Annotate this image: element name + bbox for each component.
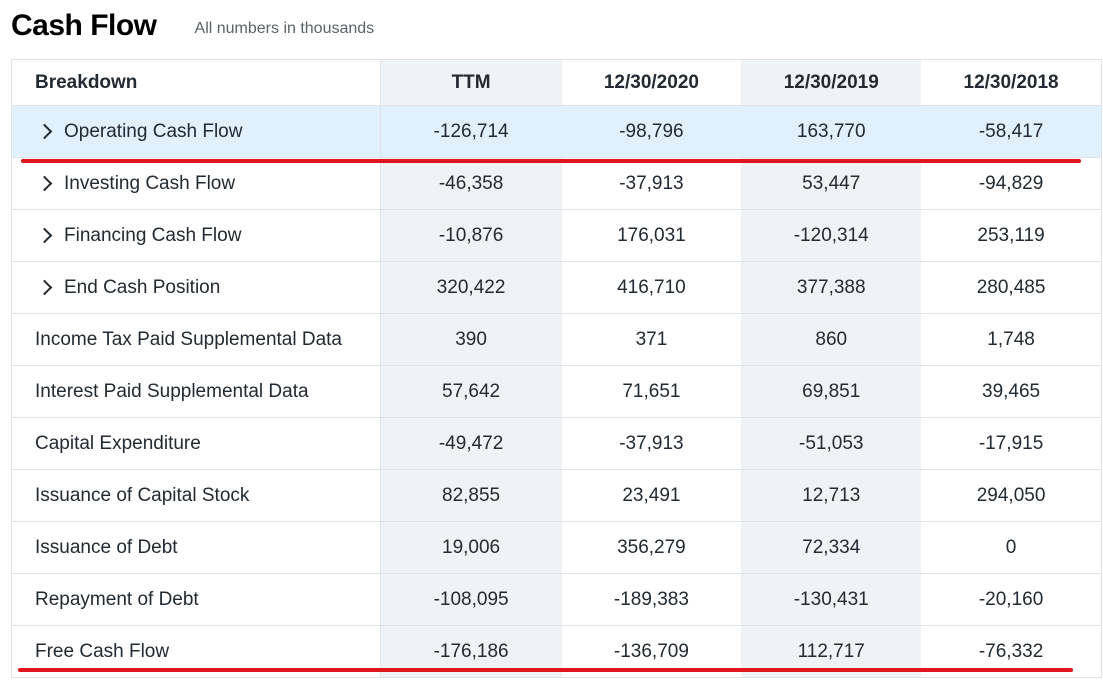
value-cell-ttm: 320,422: [380, 262, 562, 313]
value-cell-2018: -58,417: [921, 106, 1101, 157]
value-cell-2019: 72,334: [741, 522, 922, 573]
chevron-right-icon[interactable]: [36, 175, 53, 192]
value-cell-ttm: 19,006: [380, 522, 562, 573]
value-cell-2018: -20,160: [978, 588, 1044, 610]
row-label-cell: Repayment of Debt: [12, 574, 381, 625]
value-cell-2020: -37,913: [619, 432, 684, 454]
value-cell-2019: 69,851: [741, 366, 922, 417]
table-row: Issuance of Capital Stock 82,855 23,491 12,…: [12, 470, 1101, 522]
cash-flow-table: Breakdown TTM 12/30/2020 12/30/2019 12/3…: [11, 59, 1102, 678]
value-cell-2018: 39,465: [982, 380, 1041, 402]
row-label: Capital Expenditure: [35, 432, 201, 454]
row-label: Issuance of Capital Stock: [35, 484, 250, 506]
row-label-cell: Issuance of Capital Stock: [12, 470, 381, 521]
table-row: Income Tax Paid Supplemental Data 390 371 8…: [12, 314, 1101, 366]
value-cell-2019: 377,388: [741, 262, 922, 313]
annotation-underline-operating: [21, 159, 1081, 163]
row-label: End Cash Position: [64, 276, 221, 298]
value-cell-ttm: 57,642: [380, 366, 562, 417]
row-label: Issuance of Debt: [35, 536, 178, 558]
value-cell-ttm: -108,095: [380, 574, 562, 625]
table-header-row: Breakdown TTM 12/30/2020 12/30/2019 12/3…: [12, 60, 1101, 106]
value-cell-2019: 860: [741, 314, 922, 365]
table-row[interactable]: Operating Cash Flow -126,714 -98,796 163,77…: [12, 106, 1101, 158]
value-cell-2018: 253,119: [977, 224, 1045, 246]
row-label: Free Cash Flow: [35, 640, 170, 662]
value-cell-ttm: 390: [380, 314, 562, 365]
value-cell-ttm: -126,714: [380, 106, 562, 157]
value-cell-ttm: -10,876: [380, 210, 562, 261]
value-cell-2020: 23,491: [622, 484, 681, 506]
value-cell-2019: -130,431: [741, 574, 922, 625]
value-cell-2018: -94,829: [978, 172, 1044, 194]
table-row[interactable]: Financing Cash Flow -10,876 176,031 -120,31…: [12, 210, 1101, 262]
row-label-cell[interactable]: Investing Cash Flow: [12, 158, 381, 209]
value-cell-2019: 12,713: [741, 470, 922, 521]
value-cell-2020: -98,796: [561, 106, 742, 157]
value-cell-2020: 176,031: [617, 224, 686, 246]
value-cell-2020: 356,279: [617, 536, 686, 558]
value-cell-ttm: -49,472: [380, 418, 562, 469]
chevron-right-icon[interactable]: [36, 123, 53, 140]
value-cell-2018: 280,485: [976, 276, 1046, 298]
table-body: Operating Cash Flow -126,714 -98,796 163,77…: [12, 106, 1101, 678]
row-label: Income Tax Paid Supplemental Data: [35, 328, 342, 350]
value-cell-2018: -17,915: [978, 432, 1044, 454]
value-cell-2019: 163,770: [741, 106, 922, 157]
page-title: Cash Flow: [11, 9, 157, 42]
row-label-cell[interactable]: Operating Cash Flow: [12, 106, 381, 157]
column-header-2018: 12/30/2018: [963, 71, 1059, 93]
column-header-2019: 12/30/2019: [741, 60, 922, 105]
row-label-cell: Capital Expenditure: [12, 418, 381, 469]
value-cell-2020: 416,710: [617, 276, 686, 298]
value-cell-2020: 71,651: [622, 380, 681, 402]
row-label: Interest Paid Supplemental Data: [35, 380, 309, 402]
value-cell-2020: 371: [635, 328, 668, 350]
row-label-cell[interactable]: Financing Cash Flow: [12, 210, 381, 261]
table-row[interactable]: End Cash Position 320,422 416,710 377,388 28…: [12, 262, 1101, 314]
column-header-ttm: TTM: [380, 60, 562, 105]
table-row: Interest Paid Supplemental Data 57,642 71,…: [12, 366, 1101, 418]
value-cell-2020: -189,383: [613, 588, 689, 610]
value-cell-ttm: -46,358: [380, 158, 562, 209]
units-note: All numbers in thousands: [194, 20, 375, 37]
value-cell-2019: -120,314: [741, 210, 922, 261]
table-row: Repayment of Debt -108,095 -189,383 -130,43…: [12, 574, 1101, 626]
row-label-cell: Issuance of Debt: [12, 522, 381, 573]
value-cell-2018: 0: [1005, 536, 1017, 558]
column-header-breakdown: Breakdown: [12, 60, 381, 105]
column-header-2020: 12/30/2020: [603, 71, 699, 93]
value-cell-2019: -51,053: [741, 418, 922, 469]
cash-flow-page: Cash Flow All numbers in thousands Break…: [0, 0, 1103, 682]
value-cell-2020: -37,913: [619, 172, 684, 194]
row-label: Investing Cash Flow: [64, 172, 236, 194]
annotation-underline-free-cash-flow: [18, 668, 1073, 672]
row-label: Operating Cash Flow: [64, 120, 243, 142]
row-label: Financing Cash Flow: [64, 224, 242, 246]
row-label-cell[interactable]: End Cash Position: [12, 262, 381, 313]
row-label: Repayment of Debt: [35, 588, 199, 610]
row-label-cell: Interest Paid Supplemental Data: [12, 366, 381, 417]
table-row[interactable]: Investing Cash Flow -46,358 -37,913 53,447 -…: [12, 158, 1101, 210]
chevron-right-icon[interactable]: [36, 227, 53, 244]
chevron-right-icon[interactable]: [36, 279, 53, 296]
table-row: Issuance of Debt 19,006 356,279 72,334 0: [12, 522, 1101, 574]
value-cell-ttm: 82,855: [380, 470, 562, 521]
value-cell-2018: 1,748: [987, 328, 1035, 350]
value-cell-2018: 294,050: [976, 484, 1046, 506]
row-label-cell: Income Tax Paid Supplemental Data: [12, 314, 381, 365]
value-cell-2019: 53,447: [741, 158, 922, 209]
table-row: Capital Expenditure -49,472 -37,913 -51,053…: [12, 418, 1101, 470]
section-header: Cash Flow All numbers in thousands: [11, 4, 374, 48]
